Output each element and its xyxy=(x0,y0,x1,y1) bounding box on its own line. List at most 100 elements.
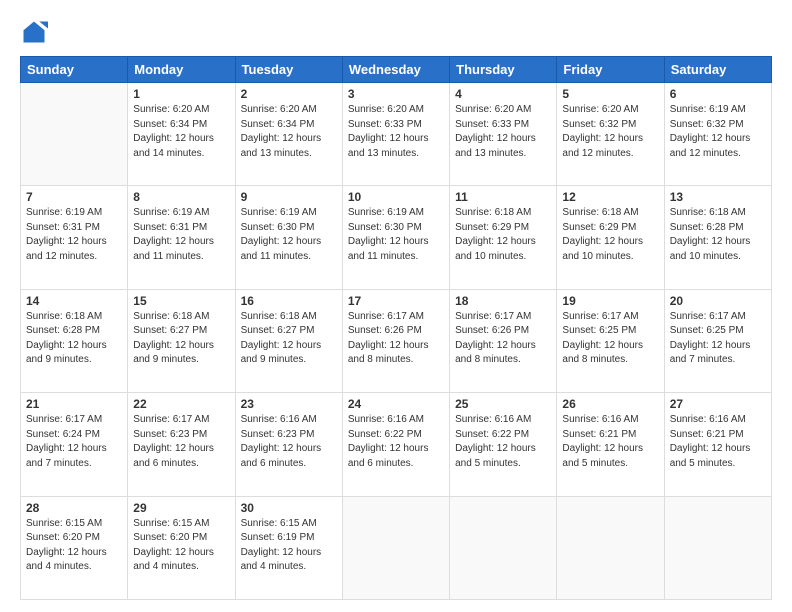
day-cell: 27 Sunrise: 6:16 AM Sunset: 6:21 PM Dayli… xyxy=(664,393,771,496)
day-number: 12 xyxy=(562,190,658,204)
day-number: 6 xyxy=(670,87,766,101)
day-cell: 9 Sunrise: 6:19 AM Sunset: 6:30 PM Daylig… xyxy=(235,186,342,289)
day-cell: 30Sunrise: 6:15 AM Sunset: 6:19 PM Dayli… xyxy=(235,496,342,599)
day-cell: 1Sunrise: 6:20 AM Sunset: 6:34 PM Daylig… xyxy=(128,83,235,186)
day-info: Sunrise: 6:16 AM Sunset: 6:23 PM Dayligh… xyxy=(241,413,337,471)
day-cell: 22 Sunrise: 6:17 AM Sunset: 6:23 PM Dayli… xyxy=(128,393,235,496)
day-cell: 26Sunrise: 6:16 AM Sunset: 6:21 PM Dayli… xyxy=(557,393,664,496)
day-header-monday: Monday xyxy=(128,57,235,83)
day-number: 22 xyxy=(133,397,229,411)
day-cell: 7 Sunrise: 6:19 AM Sunset: 6:31 PM Daylig… xyxy=(21,186,128,289)
day-cell: 6 Sunrise: 6:19 AM Sunset: 6:32 PM Daylig… xyxy=(664,83,771,186)
day-cell: 24 Sunrise: 6:16 AM Sunset: 6:22 PM Dayli… xyxy=(342,393,449,496)
day-cell: 23Sunrise: 6:16 AM Sunset: 6:23 PM Dayli… xyxy=(235,393,342,496)
day-cell: 18 Sunrise: 6:17 AM Sunset: 6:26 PM Dayli… xyxy=(450,289,557,392)
day-number: 3 xyxy=(348,87,444,101)
day-info: Sunrise: 6:18 AM Sunset: 6:29 PM Dayligh… xyxy=(562,206,658,264)
day-info: Sunrise: 6:18 AM Sunset: 6:28 PM Dayligh… xyxy=(26,310,122,368)
day-number: 7 xyxy=(26,190,122,204)
day-cell: 2 Sunrise: 6:20 AM Sunset: 6:34 PM Daylig… xyxy=(235,83,342,186)
day-info: Sunrise: 6:17 AM Sunset: 6:26 PM Dayligh… xyxy=(455,310,551,368)
day-number: 29 xyxy=(133,501,229,515)
logo xyxy=(20,18,52,46)
day-cell: 19 Sunrise: 6:17 AM Sunset: 6:25 PM Dayli… xyxy=(557,289,664,392)
day-cell: 3 Sunrise: 6:20 AM Sunset: 6:33 PM Daylig… xyxy=(342,83,449,186)
calendar-table: SundayMondayTuesdayWednesdayThursdayFrid… xyxy=(20,56,772,600)
day-number: 27 xyxy=(670,397,766,411)
day-number: 9 xyxy=(241,190,337,204)
day-number: 28 xyxy=(26,501,122,515)
week-row-1: 1 Sunrise: 6:20 AM Sunset: 6:34 PM Daylig… xyxy=(21,83,772,186)
day-number: 21 xyxy=(26,397,122,411)
day-number: 4 xyxy=(455,87,551,101)
logo-icon xyxy=(20,18,48,46)
day-number: 24 xyxy=(348,397,444,411)
day-info: Sunrise: 6:19 AM Sunset: 6:30 PM Dayligh… xyxy=(348,206,444,264)
day-number: 16 xyxy=(241,294,337,308)
calendar-header-row: SundayMondayTuesdayWednesdayThursdayFrid… xyxy=(21,57,772,83)
day-info: Sunrise: 6:20 AM Sunset: 6:32 PM Dayligh… xyxy=(562,103,658,161)
day-info: Sunrise: 6:19 AM Sunset: 6:31 PM Dayligh… xyxy=(26,206,122,264)
day-info: Sunrise: 6:16 AM Sunset: 6:21 PM Dayligh… xyxy=(562,413,658,471)
day-info: Sunrise: 6:16 AM Sunset: 6:21 PM Dayligh… xyxy=(670,413,766,471)
day-header-friday: Friday xyxy=(557,57,664,83)
day-info: Sunrise: 6:20 AM Sunset: 6:33 PM Dayligh… xyxy=(455,103,551,161)
day-cell: 20Sunrise: 6:17 AM Sunset: 6:25 PM Dayli… xyxy=(664,289,771,392)
day-cell: 8 Sunrise: 6:19 AM Sunset: 6:31 PM Daylig… xyxy=(128,186,235,289)
day-info: Sunrise: 6:18 AM Sunset: 6:28 PM Dayligh… xyxy=(670,206,766,264)
day-number: 15 xyxy=(133,294,229,308)
day-cell: 13 Sunrise: 6:18 AM Sunset: 6:28 PM Dayli… xyxy=(664,186,771,289)
day-cell: 29 Sunrise: 6:15 AM Sunset: 6:20 PM Dayli… xyxy=(128,496,235,599)
day-cell: 25 Sunrise: 6:16 AM Sunset: 6:22 PM Dayli… xyxy=(450,393,557,496)
day-cell: 14 Sunrise: 6:18 AM Sunset: 6:28 PM Dayli… xyxy=(21,289,128,392)
week-row-4: 21 Sunrise: 6:17 AM Sunset: 6:24 PM Dayli… xyxy=(21,393,772,496)
day-number: 14 xyxy=(26,294,122,308)
day-info: Sunrise: 6:15 AM Sunset: 6:20 PM Dayligh… xyxy=(133,517,229,575)
day-header-thursday: Thursday xyxy=(450,57,557,83)
day-info: Sunrise: 6:16 AM Sunset: 6:22 PM Dayligh… xyxy=(348,413,444,471)
day-cell: 12 Sunrise: 6:18 AM Sunset: 6:29 PM Dayli… xyxy=(557,186,664,289)
day-info: Sunrise: 6:17 AM Sunset: 6:26 PM Dayligh… xyxy=(348,310,444,368)
day-cell: 16 Sunrise: 6:18 AM Sunset: 6:27 PM Dayli… xyxy=(235,289,342,392)
day-info: Sunrise: 6:17 AM Sunset: 6:25 PM Dayligh… xyxy=(562,310,658,368)
day-info: Sunrise: 6:18 AM Sunset: 6:29 PM Dayligh… xyxy=(455,206,551,264)
day-cell: 21 Sunrise: 6:17 AM Sunset: 6:24 PM Dayli… xyxy=(21,393,128,496)
day-cell: 11Sunrise: 6:18 AM Sunset: 6:29 PM Dayli… xyxy=(450,186,557,289)
day-number: 18 xyxy=(455,294,551,308)
day-cell: 10Sunrise: 6:19 AM Sunset: 6:30 PM Dayli… xyxy=(342,186,449,289)
day-cell xyxy=(342,496,449,599)
day-cell xyxy=(664,496,771,599)
day-number: 20 xyxy=(670,294,766,308)
week-row-2: 7 Sunrise: 6:19 AM Sunset: 6:31 PM Daylig… xyxy=(21,186,772,289)
day-info: Sunrise: 6:19 AM Sunset: 6:31 PM Dayligh… xyxy=(133,206,229,264)
day-info: Sunrise: 6:19 AM Sunset: 6:32 PM Dayligh… xyxy=(670,103,766,161)
day-info: Sunrise: 6:17 AM Sunset: 6:23 PM Dayligh… xyxy=(133,413,229,471)
day-info: Sunrise: 6:19 AM Sunset: 6:30 PM Dayligh… xyxy=(241,206,337,264)
day-info: Sunrise: 6:20 AM Sunset: 6:33 PM Dayligh… xyxy=(348,103,444,161)
day-info: Sunrise: 6:17 AM Sunset: 6:24 PM Dayligh… xyxy=(26,413,122,471)
day-header-tuesday: Tuesday xyxy=(235,57,342,83)
day-cell: 28 Sunrise: 6:15 AM Sunset: 6:20 PM Dayli… xyxy=(21,496,128,599)
day-info: Sunrise: 6:16 AM Sunset: 6:22 PM Dayligh… xyxy=(455,413,551,471)
day-cell xyxy=(21,83,128,186)
day-number: 17 xyxy=(348,294,444,308)
day-number: 1 xyxy=(133,87,229,101)
day-header-sunday: Sunday xyxy=(21,57,128,83)
day-info: Sunrise: 6:15 AM Sunset: 6:19 PM Dayligh… xyxy=(241,517,337,575)
day-number: 13 xyxy=(670,190,766,204)
day-number: 19 xyxy=(562,294,658,308)
day-number: 8 xyxy=(133,190,229,204)
week-row-3: 14 Sunrise: 6:18 AM Sunset: 6:28 PM Dayli… xyxy=(21,289,772,392)
day-number: 25 xyxy=(455,397,551,411)
day-number: 2 xyxy=(241,87,337,101)
day-cell: 17 Sunrise: 6:17 AM Sunset: 6:26 PM Dayli… xyxy=(342,289,449,392)
day-info: Sunrise: 6:18 AM Sunset: 6:27 PM Dayligh… xyxy=(133,310,229,368)
day-number: 5 xyxy=(562,87,658,101)
week-row-5: 28 Sunrise: 6:15 AM Sunset: 6:20 PM Dayli… xyxy=(21,496,772,599)
day-cell: 5 Sunrise: 6:20 AM Sunset: 6:32 PM Daylig… xyxy=(557,83,664,186)
day-info: Sunrise: 6:15 AM Sunset: 6:20 PM Dayligh… xyxy=(26,517,122,575)
page: SundayMondayTuesdayWednesdayThursdayFrid… xyxy=(0,0,792,612)
day-info: Sunrise: 6:18 AM Sunset: 6:27 PM Dayligh… xyxy=(241,310,337,368)
day-cell: 4 Sunrise: 6:20 AM Sunset: 6:33 PM Daylig… xyxy=(450,83,557,186)
day-info: Sunrise: 6:20 AM Sunset: 6:34 PM Dayligh… xyxy=(241,103,337,161)
